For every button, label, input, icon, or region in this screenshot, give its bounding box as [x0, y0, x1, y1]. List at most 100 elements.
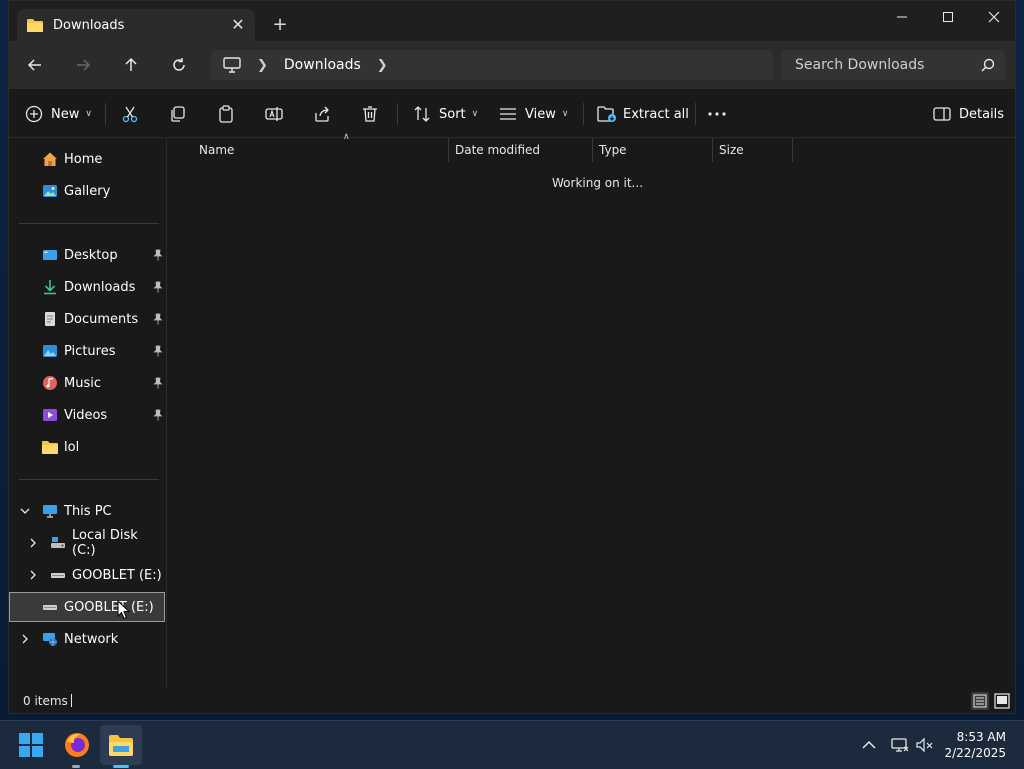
column-header-name[interactable]: ∧ Name [193, 132, 449, 162]
pin-icon[interactable] [153, 313, 163, 325]
chevron-right-icon[interactable] [28, 570, 38, 580]
volume-muted-icon[interactable] [916, 736, 934, 754]
pin-icon[interactable] [153, 345, 163, 357]
breadcrumb-downloads[interactable]: Downloads [284, 57, 361, 73]
sidebar-item-gallery[interactable]: Gallery [9, 176, 165, 206]
sort-button[interactable]: Sort ∨ [413, 101, 478, 127]
system-clock[interactable]: 8:53 AM 2/22/2025 [944, 729, 1006, 761]
chevron-down-icon[interactable] [20, 506, 30, 516]
sidebar-item-label: Network [64, 631, 119, 647]
sidebar-item-label: GOOBLET (E:) [72, 567, 162, 583]
close-button[interactable] [971, 1, 1015, 33]
back-button[interactable] [19, 51, 51, 79]
sidebar-item-label: Downloads [64, 279, 136, 295]
home-icon [43, 152, 57, 166]
file-explorer-window: Downloads ✕ + ❯ Downloads ❯ Search Downl… [8, 0, 1016, 714]
tab-downloads[interactable]: Downloads ✕ [17, 9, 255, 41]
taskbar: 8:53 AM 2/22/2025 [0, 720, 1024, 769]
paste-button[interactable] [217, 101, 235, 127]
forward-button[interactable] [67, 51, 99, 79]
network-status-icon[interactable] [891, 736, 909, 754]
details-view-icon[interactable] [971, 692, 989, 710]
title-bar: Downloads ✕ + [9, 1, 1015, 41]
sort-ascending-icon: ∧ [343, 132, 350, 142]
breadcrumb-separator-icon[interactable]: ❯ [377, 58, 388, 73]
breadcrumb-separator-icon[interactable]: ❯ [257, 58, 268, 73]
chevron-up-icon[interactable] [860, 736, 878, 754]
sidebar-item-local-disk-c[interactable]: Local Disk (C:) [9, 528, 165, 558]
pin-icon[interactable] [153, 377, 163, 389]
sidebar-item-lol[interactable]: lol [9, 432, 165, 462]
disk-icon [51, 537, 65, 548]
windows-start-icon[interactable] [18, 732, 44, 758]
sidebar-item-downloads[interactable]: Downloads [9, 272, 165, 302]
sidebar-item-desktop[interactable]: Desktop [9, 240, 165, 270]
sidebar-item-this-pc[interactable]: This PC [9, 496, 165, 526]
extract-folder-icon [597, 106, 616, 122]
sidebar-item-music[interactable]: Music [9, 368, 165, 398]
sidebar-item-pictures[interactable]: Pictures [9, 336, 165, 366]
column-header-size[interactable]: Size [713, 138, 793, 162]
column-label: Type [599, 143, 627, 157]
sidebar-item-label: Videos [64, 407, 108, 423]
forward-arrow-icon [77, 59, 91, 71]
sidebar-item-label: This PC [64, 503, 112, 519]
pin-icon[interactable] [153, 281, 163, 293]
chevron-right-icon[interactable] [28, 538, 38, 548]
clipboard-icon [219, 105, 233, 123]
details-pane-button[interactable]: Details [933, 101, 1004, 127]
network-icon [43, 633, 57, 646]
gallery-icon [43, 185, 57, 197]
status-divider [71, 694, 72, 707]
view-button[interactable]: View ∨ [499, 101, 568, 127]
extract-all-button[interactable]: Extract all [597, 101, 689, 127]
tab-close-button[interactable]: ✕ [229, 16, 247, 34]
command-bar: New ∨ Sort ∨ View ∨ Extract all Details [9, 89, 1015, 138]
file-list[interactable]: ∧ Name Date modified Type Size Working o… [167, 132, 1015, 688]
file-explorer-icon [109, 735, 133, 756]
sidebar-item-label: GOOBLET (E:) [64, 599, 154, 615]
column-label: Date modified [455, 143, 541, 157]
sidebar-item-documents[interactable]: Documents [9, 304, 165, 334]
more-options-button[interactable] [707, 101, 727, 127]
sidebar-item-label: Gallery [64, 183, 111, 199]
refresh-button[interactable] [163, 51, 195, 79]
trash-icon [363, 106, 377, 122]
maximize-button[interactable] [925, 1, 971, 33]
sidebar-item-gooblet-e-removable[interactable]: GOOBLET (E:) [9, 592, 165, 622]
sort-label: Sort [439, 106, 466, 122]
item-count: 0 items [23, 694, 68, 708]
column-header-date-modified[interactable]: Date modified [449, 138, 593, 162]
sidebar-item-home[interactable]: Home [9, 144, 165, 174]
pin-icon[interactable] [153, 249, 163, 261]
search-placeholder: Search Downloads [795, 57, 925, 73]
scissors-icon [122, 106, 138, 123]
minimize-button[interactable] [879, 1, 925, 33]
chevron-right-icon[interactable] [20, 634, 30, 644]
search-box[interactable]: Search Downloads [781, 50, 1005, 80]
firefox-icon[interactable] [63, 731, 91, 759]
column-header-type[interactable]: Type [593, 138, 713, 162]
navigation-bar: ❯ Downloads ❯ Search Downloads [9, 41, 1015, 89]
tab-title: Downloads [53, 17, 125, 33]
toolbar-divider [695, 103, 696, 125]
copy-button[interactable] [169, 101, 187, 127]
videos-icon [43, 409, 57, 421]
rename-button[interactable] [265, 101, 283, 127]
cut-button[interactable] [121, 101, 139, 127]
new-button[interactable]: New ∨ [25, 101, 92, 127]
mouse-cursor-icon [117, 600, 131, 620]
column-label: Size [719, 143, 744, 157]
up-button[interactable] [115, 51, 147, 79]
large-icons-view-icon[interactable] [993, 692, 1011, 710]
sidebar-item-gooblet-e[interactable]: GOOBLET (E:) [9, 560, 165, 590]
share-button[interactable] [313, 101, 331, 127]
new-tab-button[interactable]: + [269, 13, 291, 35]
delete-button[interactable] [361, 101, 379, 127]
pin-icon[interactable] [153, 409, 163, 421]
sidebar-item-network[interactable]: Network [9, 624, 165, 654]
up-arrow-icon [125, 57, 137, 71]
address-bar[interactable]: ❯ Downloads ❯ [211, 50, 773, 80]
copy-icon [171, 106, 185, 122]
sidebar-item-videos[interactable]: Videos [9, 400, 165, 430]
